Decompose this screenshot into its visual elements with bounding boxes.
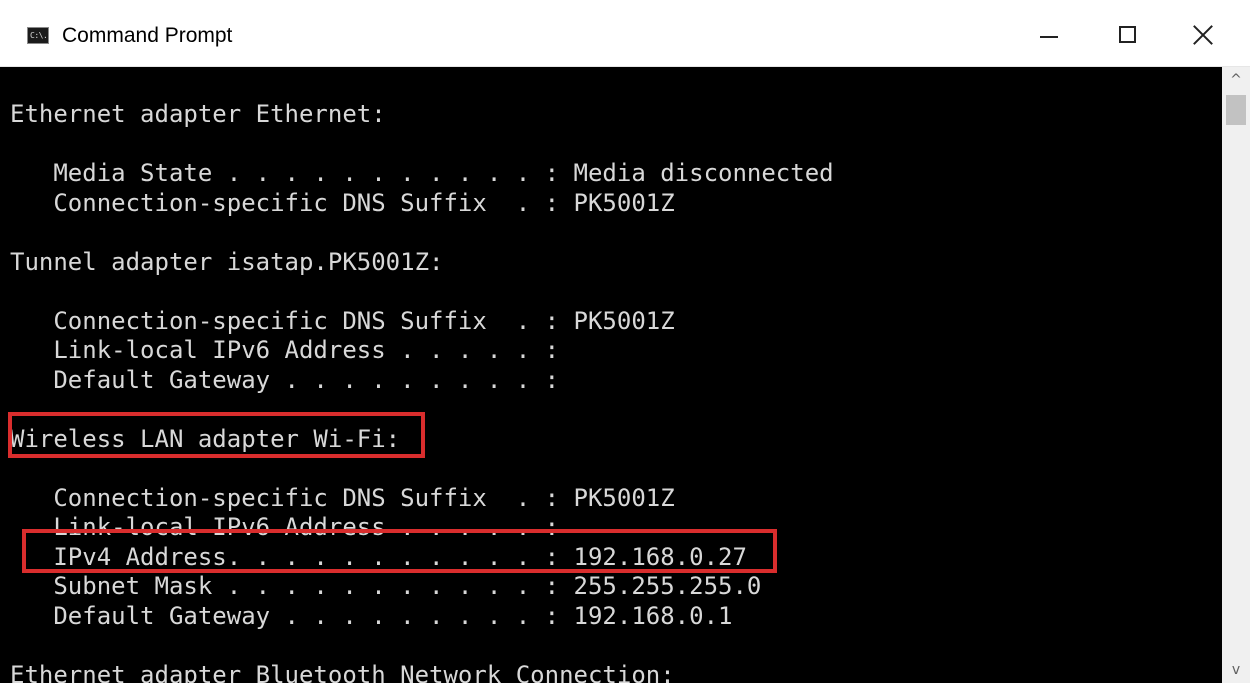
- console-lines: Ethernet adapter Ethernet: Media State .…: [10, 100, 834, 683]
- console-line: Ethernet adapter Bluetooth Network Conne…: [10, 660, 675, 683]
- window-title: Command Prompt: [62, 24, 233, 47]
- wifi-adapter-highlight: [8, 412, 425, 458]
- console-line: Default Gateway . . . . . . . . . :: [10, 365, 560, 394]
- maximize-button[interactable]: [1098, 0, 1160, 66]
- console-line: Tunnel adapter isatap.PK5001Z:: [10, 247, 444, 276]
- cmd-icon-text: C:\.: [30, 31, 48, 40]
- console-line: Link-local IPv6 Address . . . . . :: [10, 336, 560, 364]
- console-line: Subnet Mask . . . . . . . . . . . : 255.…: [10, 572, 762, 600]
- vertical-scrollbar[interactable]: ^ v: [1222, 67, 1250, 683]
- cmd-icon: C:\.: [27, 27, 49, 44]
- ipv4-address-highlight: [22, 529, 777, 573]
- maximize-icon: [1119, 26, 1136, 43]
- console-line: Media State . . . . . . . . . . . : Medi…: [10, 159, 834, 187]
- console-line: Default Gateway . . . . . . . . . : 192.…: [10, 601, 733, 630]
- console-line: Ethernet adapter Ethernet:: [10, 100, 386, 128]
- scroll-thumb[interactable]: [1226, 95, 1246, 125]
- scroll-down-arrow-icon[interactable]: v: [1222, 657, 1250, 683]
- minimize-button[interactable]: [1018, 0, 1080, 66]
- console-line: Connection-specific DNS Suffix . : PK500…: [10, 306, 675, 335]
- console-line: Connection-specific DNS Suffix . : PK500…: [10, 483, 675, 512]
- console-line: Connection-specific DNS Suffix . : PK500…: [10, 188, 675, 217]
- console-output[interactable]: Ethernet adapter Ethernet: Media State .…: [0, 67, 1222, 683]
- title-bar[interactable]: C:\. Command Prompt: [0, 0, 1250, 67]
- close-icon: [1192, 24, 1214, 46]
- command-prompt-window: C:\. Command Prompt Ethernet adapter Eth…: [0, 0, 1250, 683]
- close-button[interactable]: [1172, 0, 1234, 66]
- scroll-up-arrow-icon[interactable]: ^: [1222, 67, 1250, 93]
- minimize-icon: [1040, 36, 1058, 38]
